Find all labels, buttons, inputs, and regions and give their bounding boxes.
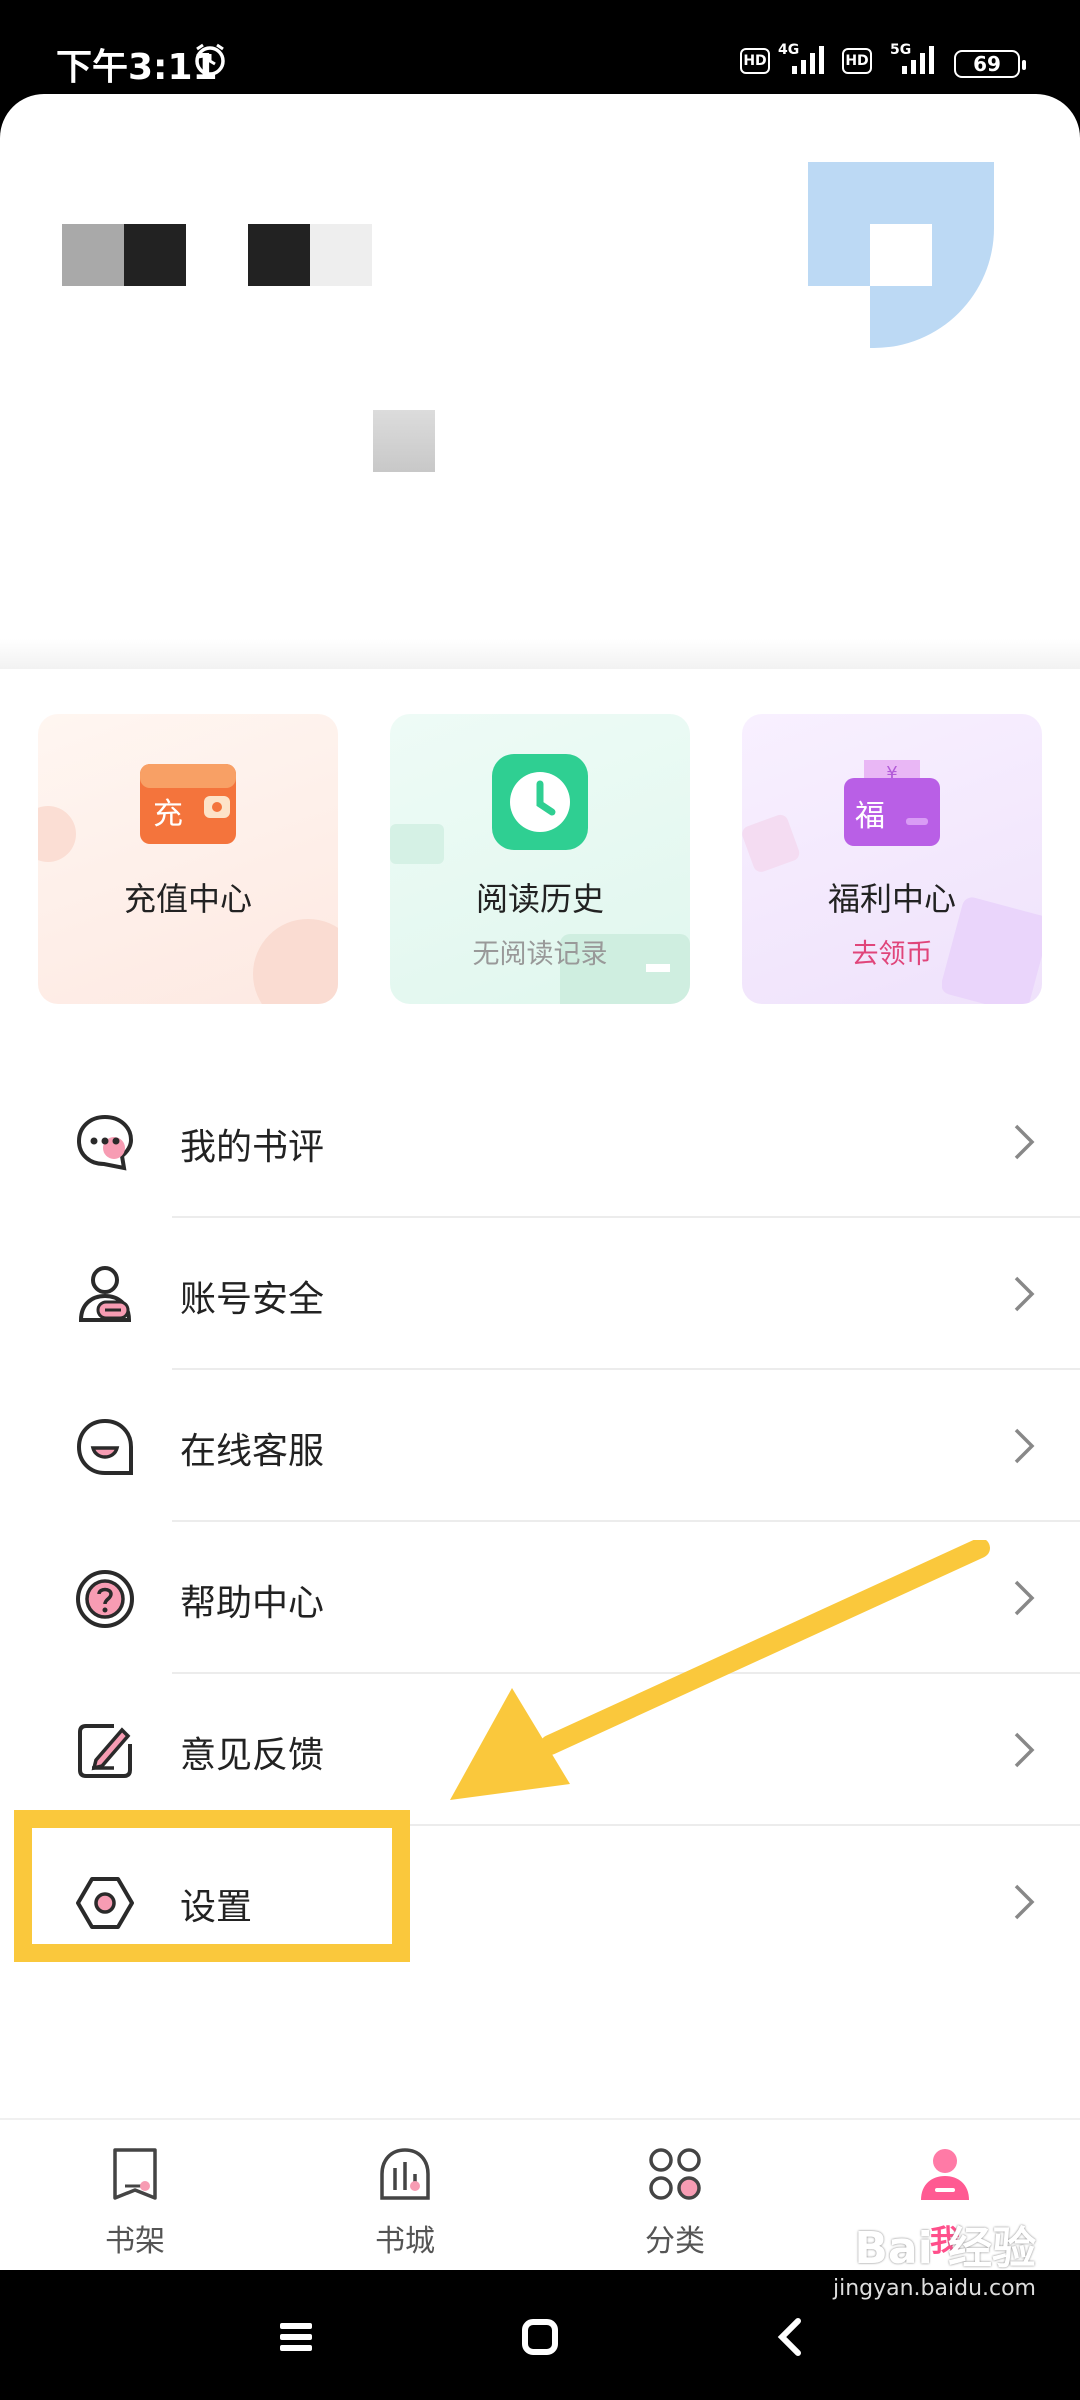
watermark-url: jingyan.baidu.com bbox=[832, 2276, 1036, 2301]
back-chevron-icon[interactable] bbox=[768, 2315, 812, 2359]
reading-history-subtitle: 无阅读记录 bbox=[472, 939, 608, 970]
menu-label: 在线客服 bbox=[180, 1431, 325, 1472]
feedback-edit-icon bbox=[78, 1724, 132, 1778]
tab-label: 书城 bbox=[375, 2224, 435, 2259]
menu-label: 账号安全 bbox=[180, 1279, 325, 1320]
alarm-icon bbox=[195, 43, 225, 76]
welfare-center-title: 福利中心 bbox=[827, 880, 956, 918]
signal-icon bbox=[792, 46, 824, 74]
help-question-icon bbox=[76, 1570, 134, 1628]
menu-item-account-security[interactable]: 账号安全 bbox=[0, 1218, 1080, 1370]
hd-badge: HD bbox=[740, 48, 770, 74]
service-smile-icon bbox=[76, 1418, 133, 1475]
bookshelf-icon bbox=[113, 2148, 157, 2200]
chevron-right-icon bbox=[1014, 1428, 1035, 1464]
profile-person-icon bbox=[921, 2149, 969, 2200]
watermark-main: Bai 经验 bbox=[854, 2223, 1036, 2274]
clock-icon bbox=[492, 754, 588, 850]
category-grid-icon bbox=[649, 2148, 701, 2200]
settings-highlight-box bbox=[14, 1810, 410, 1962]
menu-item-my-reviews[interactable]: 我的书评 bbox=[0, 1066, 1080, 1218]
signal-icon bbox=[902, 46, 934, 74]
chevron-right-icon bbox=[1014, 1732, 1035, 1768]
svg-text:充: 充 bbox=[153, 797, 183, 832]
user-shield-icon bbox=[78, 1266, 132, 1322]
section-divider bbox=[0, 639, 1080, 669]
chevron-right-icon bbox=[1014, 1884, 1035, 1920]
tab-bookshelf[interactable]: 书架 bbox=[35, 2120, 235, 2272]
welfare-center-card[interactable]: ¥ 福 福利中心 去领币 bbox=[742, 714, 1042, 1004]
menu-item-online-service[interactable]: 在线客服 bbox=[0, 1370, 1080, 1522]
home-square-icon[interactable] bbox=[518, 2315, 562, 2359]
pointer-arrow bbox=[450, 1540, 990, 1800]
comment-bubble-icon bbox=[76, 1114, 134, 1171]
tab-bookstore[interactable]: 书城 bbox=[305, 2120, 505, 2272]
menu-label: 我的书评 bbox=[180, 1127, 325, 1168]
reading-history-title: 阅读历史 bbox=[475, 880, 604, 918]
bookstore-icon bbox=[380, 2148, 430, 2200]
welfare-center-subtitle: 去领币 bbox=[851, 939, 933, 970]
battery-indicator: 69 bbox=[954, 50, 1026, 78]
recharge-wallet-icon: 充 bbox=[140, 764, 236, 844]
reading-history-card[interactable]: 阅读历史 无阅读记录 bbox=[390, 714, 690, 1004]
menu-label: 帮助中心 bbox=[180, 1583, 325, 1624]
tab-label: 书架 bbox=[105, 2224, 165, 2259]
hd-badge: HD bbox=[842, 48, 872, 74]
tab-label: 分类 bbox=[645, 2224, 705, 2259]
recharge-center-card[interactable]: 充 充值中心 bbox=[38, 714, 338, 1004]
chevron-right-icon bbox=[1014, 1124, 1035, 1160]
baidu-jingyan-watermark: Bai 经验 jingyan.baidu.com bbox=[833, 2212, 1036, 2301]
svg-text:福: 福 bbox=[855, 799, 885, 834]
tab-category[interactable]: 分类 bbox=[575, 2120, 775, 2272]
recharge-center-title: 充值中心 bbox=[123, 880, 252, 918]
status-bar: 下午3:11 HD 4G HD 5G 69 bbox=[0, 0, 1080, 96]
user-badge-censored bbox=[373, 410, 435, 472]
menu-label: 意见反馈 bbox=[180, 1735, 325, 1776]
gift-coupon-icon: ¥ 福 bbox=[844, 760, 940, 846]
chevron-right-icon bbox=[1014, 1580, 1035, 1616]
menu-lines-icon[interactable] bbox=[274, 2315, 318, 2359]
chevron-right-icon bbox=[1014, 1276, 1035, 1312]
